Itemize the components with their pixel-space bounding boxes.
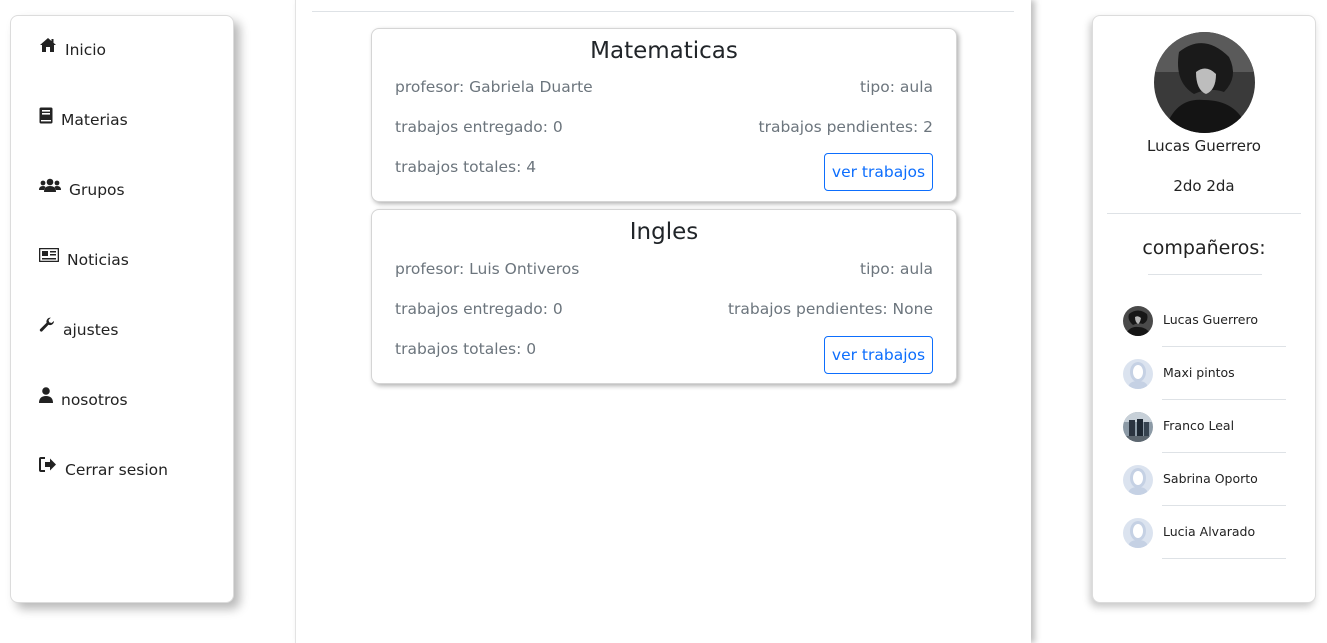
subject-teacher: profesor: Gabriela Duarte [395,78,593,96]
sidebar-item-label: Inicio [65,41,107,59]
divider [312,11,1014,12]
classmate-item[interactable]: Lucia Alvarado [1123,518,1293,571]
subject-card: Matematicas profesor: Gabriela Duarte ti… [371,28,957,202]
classmate-item[interactable]: Maxi pintos [1123,359,1293,412]
divider [1107,213,1301,214]
profile-course: 2do 2da [1173,177,1235,195]
classmate-name: Lucia Alvarado [1163,524,1256,539]
divider [1162,452,1286,453]
avatar [1123,518,1153,548]
users-icon [39,177,63,195]
ver-trabajos-button[interactable]: ver trabajos [824,336,933,374]
subject-title: Ingles [629,219,699,245]
newspaper-icon [38,247,61,265]
user-icon [39,387,55,405]
divider [1162,505,1286,506]
main-content: Matematicas profesor: Gabriela Duarte ti… [295,0,1031,643]
sidebar-item-label: Grupos [69,181,125,199]
subject-teacher: profesor: Luis Ontiveros [395,260,580,278]
classmate-name: Maxi pintos [1163,365,1235,380]
subject-total: trabajos totales: 0 [395,340,537,358]
classmate-name: Sabrina Oporto [1163,471,1258,486]
subject-card: Ingles profesor: Luis Ontiveros tipo: au… [371,209,957,384]
sidebar-item-inicio[interactable]: Inicio [39,38,107,59]
avatar [1123,465,1153,495]
subject-title: Matematicas [590,38,738,64]
avatar [1123,359,1153,389]
classmate-item[interactable]: Sabrina Oporto [1123,465,1293,518]
subject-type: tipo: aula [860,78,933,96]
sign-out-icon [39,457,59,475]
sidebar-item-noticias[interactable]: Noticias [38,247,129,269]
subject-delivered: trabajos entregado: 0 [395,118,563,136]
sidebar-item-label: ajustes [63,321,119,339]
subject-total: trabajos totales: 4 [395,158,537,176]
ver-trabajos-button[interactable]: ver trabajos [824,153,933,191]
subject-pending: trabajos pendientes: None [727,300,933,318]
subject-delivered: trabajos entregado: 0 [395,300,563,318]
sidebar-nav: Inicio Materias Grupos Noticias ajustes … [10,15,234,603]
avatar[interactable] [1154,32,1255,133]
profile-panel: Lucas Guerrero 2do 2da compañeros: Lucas… [1092,15,1316,603]
subject-pending: trabajos pendientes: 2 [758,118,933,136]
classmate-name: Lucas Guerrero [1163,312,1258,327]
home-icon [39,37,59,55]
classmates-title: compañeros: [1142,237,1266,259]
sidebar-item-label: Noticias [67,251,129,269]
book-icon [39,107,55,125]
subject-type: tipo: aula [860,260,933,278]
divider [1162,399,1286,400]
sidebar-item-label: Materias [61,111,128,129]
avatar [1123,306,1153,336]
sidebar-item-label: nosotros [61,391,128,409]
divider [1148,274,1262,275]
sidebar-item-materias[interactable]: Materias [39,107,128,129]
classmate-item[interactable]: Franco Leal [1123,412,1293,465]
sidebar-item-ajustes[interactable]: ajustes [39,317,119,339]
sidebar-item-grupos[interactable]: Grupos [39,178,125,199]
avatar [1123,412,1153,442]
divider [1162,346,1286,347]
profile-name: Lucas Guerrero [1147,137,1261,155]
classmate-name: Franco Leal [1163,418,1235,433]
sidebar-item-label: Cerrar sesion [65,461,168,479]
classmate-item[interactable]: Lucas Guerrero [1123,306,1293,359]
divider [1162,558,1286,559]
wrench-icon [39,317,57,335]
sidebar-item-nosotros[interactable]: nosotros [39,387,128,409]
sidebar-item-cerrar-sesion[interactable]: Cerrar sesion [39,457,168,479]
